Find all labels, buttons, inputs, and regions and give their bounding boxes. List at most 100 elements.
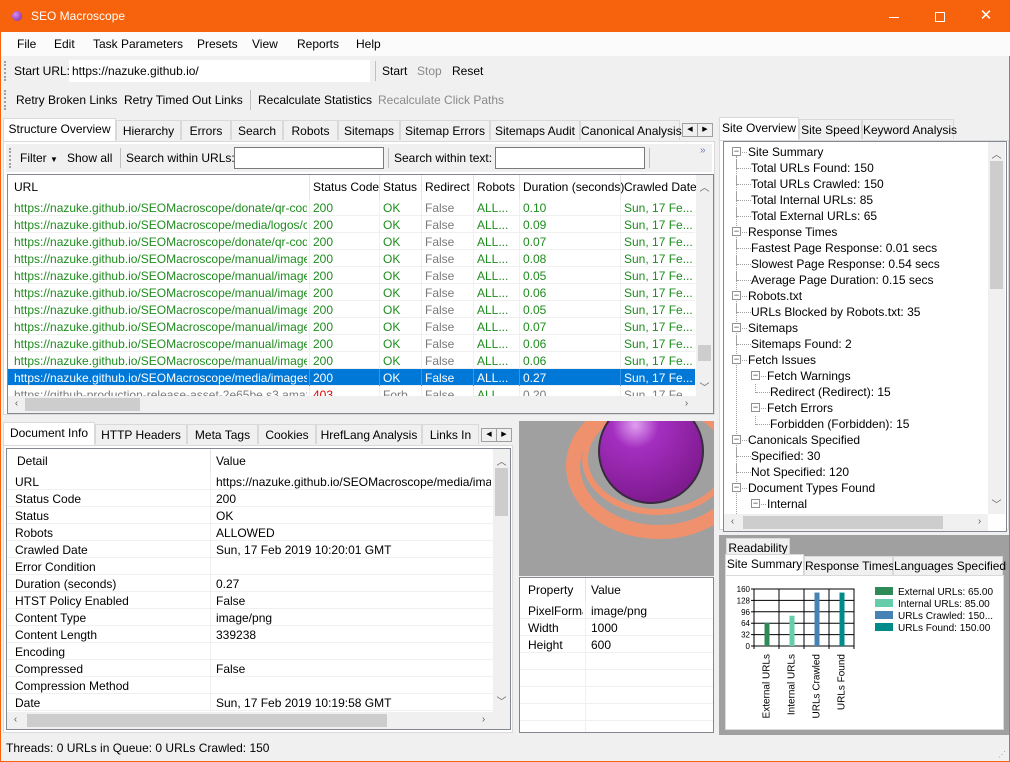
tab-sitemap-errors[interactable]: Sitemap Errors <box>400 120 490 140</box>
tree-horizontal-scrollbar[interactable]: ‹ › <box>724 514 988 531</box>
scroll-right-icon[interactable]: › <box>971 516 988 527</box>
tab-site-speed[interactable]: Site Speed <box>799 119 862 139</box>
tree-node[interactable]: − Fetch Issues <box>724 352 988 368</box>
scroll-down-icon[interactable]: ﹀ <box>696 379 713 394</box>
tab-sitemaps[interactable]: Sitemaps <box>338 120 400 140</box>
tab-readability[interactable]: Readability <box>726 538 790 555</box>
tab-search[interactable]: Search <box>231 120 283 140</box>
collapse-icon[interactable]: − <box>732 435 741 444</box>
table-row[interactable]: Duration (seconds) 0.27 <box>7 575 493 592</box>
tab-site-overview[interactable]: Site Overview <box>719 117 799 140</box>
tree-node[interactable]: − Document Types Found <box>724 480 988 496</box>
collapse-icon[interactable]: − <box>732 483 741 492</box>
table-row[interactable]: PixelFormat image/png <box>520 602 713 619</box>
tab-languages-specified[interactable]: Languages Specified <box>893 556 1006 575</box>
table-row[interactable]: Content Length 339238 <box>7 626 493 643</box>
close-button[interactable]: ✕ <box>963 1 1009 32</box>
tab-response-times[interactable]: Response Times <box>804 556 894 575</box>
tree-node[interactable]: Fastest Page Response: 0.01 secs <box>724 240 988 256</box>
tree-node[interactable]: − Fetch Errors <box>724 400 988 416</box>
column-header-duration[interactable]: Duration (seconds) <box>523 180 624 194</box>
scroll-right-icon[interactable]: › <box>678 398 695 409</box>
menu-help[interactable]: Help <box>356 37 381 51</box>
tree-node[interactable]: − Internal <box>724 496 988 512</box>
column-header-detail[interactable]: Detail <box>17 454 48 468</box>
scrollbar-thumb[interactable] <box>27 714 387 727</box>
table-row[interactable]: Content Type image/png <box>7 609 493 626</box>
table-row[interactable]: https://nazuke.github.io/SEOMacroscope/m… <box>8 267 695 284</box>
table-row[interactable]: Encoding <box>7 643 493 660</box>
recalculate-statistics-button[interactable]: Recalculate Statistics <box>258 93 372 107</box>
table-row[interactable]: Width 1000 <box>520 619 713 636</box>
table-row[interactable]: https://nazuke.github.io/SEOMacroscope/m… <box>8 250 695 267</box>
column-header-value[interactable]: Value <box>591 583 621 597</box>
column-header-redirect[interactable]: Redirect <box>425 180 470 194</box>
collapse-icon[interactable]: − <box>751 403 760 412</box>
scrollbar-thumb[interactable] <box>698 345 711 361</box>
collapse-icon[interactable]: − <box>732 323 741 332</box>
table-row[interactable]: https://nazuke.github.io/SEOMacroscope/m… <box>8 335 695 352</box>
resize-grip[interactable]: ⋰ <box>998 750 1006 759</box>
scroll-up-icon[interactable]: ︿ <box>493 453 510 468</box>
scroll-up-icon[interactable]: ︿ <box>696 179 713 194</box>
tree-node[interactable]: − Fetch Warnings <box>724 368 988 384</box>
tab-hierarchy[interactable]: Hierarchy <box>116 120 181 140</box>
maximize-button[interactable] <box>917 1 963 32</box>
tab-structure-overview[interactable]: Structure Overview <box>3 118 116 141</box>
search-urls-input[interactable] <box>234 147 384 169</box>
collapse-icon[interactable]: − <box>732 355 741 364</box>
collapse-icon[interactable]: − <box>732 147 741 156</box>
tabs-scroll-right-button[interactable]: ▶ <box>697 123 713 137</box>
tab-links-in[interactable]: Links In <box>422 424 479 444</box>
scrollbar-thumb[interactable] <box>25 398 140 411</box>
table-row[interactable]: Date Sun, 17 Feb 2019 10:19:58 GMT <box>7 694 493 711</box>
tab-hreflang-analysis[interactable]: HrefLang Analysis <box>316 424 422 444</box>
start-url-input[interactable] <box>69 60 370 82</box>
tab-errors[interactable]: Errors <box>181 120 231 140</box>
menu-presets[interactable]: Presets <box>197 37 238 51</box>
tree-node[interactable]: − Robots.txt <box>724 288 988 304</box>
tab-site-summary[interactable]: Site Summary <box>725 554 804 575</box>
start-button[interactable]: Start <box>382 64 407 78</box>
tree-node[interactable]: Slowest Page Response: 0.54 secs <box>724 256 988 272</box>
tab-robots[interactable]: Robots <box>283 120 338 140</box>
tab-canonical-analysis[interactable]: Canonical Analysis <box>580 120 682 140</box>
tree-node[interactable]: − Canonicals Specified <box>724 432 988 448</box>
table-row[interactable]: Robots ALLOWED <box>7 524 493 541</box>
tab-http-headers[interactable]: HTTP Headers <box>95 424 187 444</box>
table-row[interactable]: Error Condition <box>7 558 493 575</box>
tree-node[interactable]: − Site Summary <box>724 144 988 160</box>
tree-node[interactable]: − Sitemaps <box>724 320 988 336</box>
tab-cookies[interactable]: Cookies <box>258 424 316 444</box>
scroll-up-icon[interactable]: ︿ <box>988 146 1005 161</box>
table-row[interactable]: https://nazuke.github.io/SEOMacroscope/d… <box>8 199 695 216</box>
scrollbar-thumb[interactable] <box>990 161 1003 289</box>
menu-reports[interactable]: Reports <box>297 37 339 51</box>
table-row[interactable]: Status Code 200 <box>7 490 493 507</box>
column-header-property[interactable]: Property <box>528 583 573 597</box>
scroll-right-icon[interactable]: › <box>475 714 492 725</box>
table-row[interactable]: https://nazuke.github.io/SEOMacroscope/m… <box>8 301 695 318</box>
toolbar-grip[interactable] <box>4 61 6 81</box>
filter-dropdown[interactable]: Filter ▼ <box>20 151 58 165</box>
table-horizontal-scrollbar[interactable]: ‹ › <box>8 396 713 413</box>
column-header-status-code[interactable]: Status Code <box>313 180 379 194</box>
tree-node[interactable]: Total Internal URLs: 85 <box>724 192 988 208</box>
scroll-down-icon[interactable]: ﹀ <box>493 693 510 708</box>
table-row[interactable]: https://nazuke.github.io/SEOMacroscope/m… <box>8 352 695 369</box>
retry-broken-links-button[interactable]: Retry Broken Links <box>16 93 117 107</box>
table-vertical-scrollbar[interactable]: ︿ ﹀ <box>696 175 713 396</box>
retry-timed-out-links-button[interactable]: Retry Timed Out Links <box>124 93 243 107</box>
tree-node[interactable]: URLs Blocked by Robots.txt: 35 <box>724 304 988 320</box>
table-row[interactable]: Status OK <box>7 507 493 524</box>
table-row[interactable]: URL https://nazuke.github.io/SEOMacroscop… <box>7 473 493 490</box>
table-row[interactable]: https://nazuke.github.io/SEOMacroscope/m… <box>8 284 695 301</box>
docinfo-horizontal-scrollbar[interactable]: ‹ › <box>7 712 510 729</box>
toolbar-overflow-button[interactable]: » <box>700 145 706 156</box>
table-row[interactable]: Crawled Date Sun, 17 Feb 2019 10:20:01 GM… <box>7 541 493 558</box>
collapse-icon[interactable]: − <box>732 227 741 236</box>
tab-meta-tags[interactable]: Meta Tags <box>187 424 258 444</box>
tree-node[interactable]: Forbidden (Forbidden): 15 <box>724 416 988 432</box>
recalculate-click-paths-button[interactable]: Recalculate Click Paths <box>378 93 504 107</box>
tree-node[interactable]: − Response Times <box>724 224 988 240</box>
